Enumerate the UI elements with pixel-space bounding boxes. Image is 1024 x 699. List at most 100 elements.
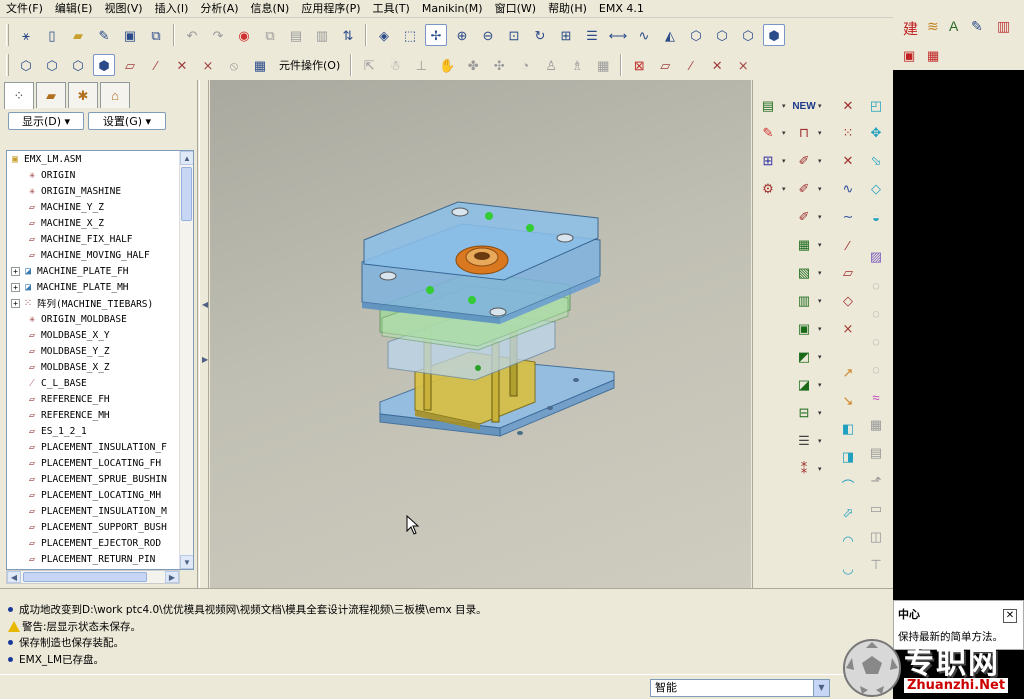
tree-item[interactable]: + ⁙ 阵列(MACHINE_TIEBARS) <box>7 295 193 311</box>
tree-item[interactable]: ▱ PLACEMENT_RETURN_PIN <box>7 551 193 567</box>
disabled-tool-4-icon[interactable]: ◌ <box>865 358 887 380</box>
menu-item[interactable]: 信息(N) <box>245 1 296 17</box>
menu-item[interactable]: EMX 4.1 <box>593 1 650 17</box>
sweep-surface-icon[interactable]: ✥ <box>865 122 887 144</box>
new-file-icon[interactable]: ⚹ <box>15 24 37 46</box>
shading-icon[interactable]: ◭ <box>659 24 681 46</box>
datum-point-icon[interactable]: ✕ <box>837 95 859 117</box>
disabled-tool-8-icon[interactable]: ◫ <box>865 526 887 548</box>
close-box-icon[interactable]: ⊠ <box>628 54 650 76</box>
measure-icon[interactable]: ⊥ <box>410 54 432 76</box>
mold-assembly-model[interactable] <box>210 80 751 588</box>
wireframe-display-icon[interactable]: ⬡ <box>15 54 37 76</box>
shaded-display-icon[interactable]: ⬢ <box>93 54 115 76</box>
datum-point-on-icon[interactable]: ✕ <box>171 54 193 76</box>
screw-icon[interactable]: ⚙ <box>757 178 779 200</box>
disabled-tool-5-icon[interactable]: ▤ <box>865 442 887 464</box>
hidden-line-icon[interactable]: ⬡ <box>711 24 733 46</box>
sort-icon[interactable]: ⇅ <box>337 24 359 46</box>
text-style-icon[interactable]: A <box>949 18 958 34</box>
round-icon[interactable]: ✐ <box>793 150 815 172</box>
grid-tool-icon[interactable]: ▦ <box>865 414 887 436</box>
tree-item[interactable]: ▱ MACHINE_X_Z <box>7 215 193 231</box>
insert-icon[interactable]: ↘ <box>837 390 859 412</box>
layers-stack-icon[interactable]: ≋ <box>927 18 939 35</box>
boundary-blend-icon[interactable]: ⬂ <box>865 150 887 172</box>
zoom-in-icon[interactable]: ⊕ <box>451 24 473 46</box>
cooling-icon[interactable]: ⊞ <box>757 150 779 172</box>
tree-item[interactable]: ▱ REFERENCE_MH <box>7 407 193 423</box>
toolbar-grip[interactable] <box>6 24 9 46</box>
redo-icon[interactable]: ↷ <box>207 24 229 46</box>
disabled-tool-6-icon[interactable]: ⬏ <box>865 470 887 492</box>
csys-create-icon[interactable]: ⨯ <box>837 318 859 340</box>
menu-item[interactable]: 插入(I) <box>149 1 195 17</box>
manikin-grid-icon[interactable]: ▦ <box>592 54 614 76</box>
paste-special-icon[interactable]: ▥ <box>311 24 333 46</box>
group-icon[interactable]: ☰ <box>793 430 815 452</box>
csys-display-icon[interactable]: ⨯ <box>732 54 754 76</box>
freeform-icon[interactable]: ◒ <box>865 206 887 228</box>
tree-item[interactable]: ▱ MOLDBASE_X_Z <box>7 359 193 375</box>
thicken-icon[interactable]: ◡ <box>837 558 859 580</box>
pattern-feature-icon[interactable]: ⊟ <box>793 402 815 424</box>
annotation-icon[interactable]: ⦸ <box>223 54 245 76</box>
menu-item[interactable]: 窗口(W) <box>489 1 542 17</box>
manikin-reach-icon[interactable]: ✣ <box>488 54 510 76</box>
open-folder-icon[interactable]: ▰ <box>67 24 89 46</box>
tree-item[interactable]: ▣ EMX_LM.ASM <box>7 151 193 167</box>
disabled-tool-7-icon[interactable]: ▭ <box>865 498 887 520</box>
new-document-icon[interactable]: ▯ <box>41 24 63 46</box>
manikin-vision-icon[interactable]: ◔ <box>514 54 536 76</box>
datum-axis-icon[interactable]: ⁄ <box>837 234 859 256</box>
tree-item[interactable]: ▱ PLACEMENT_INSULATION_M <box>7 503 193 519</box>
manikin-pose-icon[interactable]: ✤ <box>462 54 484 76</box>
wireframe-icon[interactable]: ⬡ <box>685 24 707 46</box>
no-hidden-display-icon[interactable]: ⬡ <box>67 54 89 76</box>
tree-item[interactable]: ✳ ORIGIN_MASHINE <box>7 183 193 199</box>
hidden-display-icon[interactable]: ⬡ <box>41 54 63 76</box>
tree-item[interactable]: ▱ MOLDBASE_X_Y <box>7 327 193 343</box>
graphics-window[interactable] <box>210 80 751 588</box>
reorient-icon[interactable]: ↻ <box>529 24 551 46</box>
build-button[interactable]: 建 <box>903 18 918 39</box>
style-icon[interactable]: ◇ <box>865 178 887 200</box>
tree-item[interactable]: ▱ MOLDBASE_Y_Z <box>7 343 193 359</box>
point-display-icon[interactable]: ✕ <box>706 54 728 76</box>
scroll-right-icon[interactable]: ▶ <box>165 571 179 583</box>
datum-plane-offset-icon[interactable]: ◇ <box>837 290 859 312</box>
tree-horizontal-scrollbar[interactable]: ◀ ▶ <box>6 570 180 584</box>
tree-item[interactable]: ▱ ES_1_2_1 <box>7 423 193 439</box>
menu-item[interactable]: 工具(T) <box>367 1 416 17</box>
datum-curve-icon[interactable]: ∿ <box>837 178 859 200</box>
menu-item[interactable]: 分析(A) <box>194 1 244 17</box>
menu-item[interactable]: 文件(F) <box>0 1 49 17</box>
settings-dropdown[interactable]: 设置(G) ▾ <box>88 112 166 130</box>
expand-icon[interactable]: + <box>11 298 20 308</box>
curve-icon[interactable]: ∿ <box>633 24 655 46</box>
tree-item[interactable]: ▱ PLACEMENT_INSULATION_F <box>7 439 193 455</box>
tree-item[interactable]: ▱ MACHINE_MOVING_HALF <box>7 247 193 263</box>
menu-item[interactable]: 编辑(E) <box>49 1 99 17</box>
menu-item[interactable]: 应用程序(P) <box>295 1 366 17</box>
tree-item[interactable]: ▱ PLACEMENT_EJECTOR_ROD <box>7 535 193 551</box>
offset-icon[interactable]: ◠ <box>837 530 859 552</box>
blend-icon[interactable]: ▣ <box>793 318 815 340</box>
no-hidden-icon[interactable]: ⬡ <box>737 24 759 46</box>
tree-item[interactable]: ▱ REFERENCE_FH <box>7 391 193 407</box>
csys-on-icon[interactable]: ⨯ <box>197 54 219 76</box>
paste-icon[interactable]: ▤ <box>285 24 307 46</box>
extrude-icon[interactable]: ▦ <box>793 234 815 256</box>
regenerate-icon[interactable]: ◉ <box>233 24 255 46</box>
plane-display-icon[interactable]: ▱ <box>654 54 676 76</box>
pen-icon[interactable]: ✎ <box>971 18 983 35</box>
close-icon[interactable]: ✕ <box>1003 609 1017 623</box>
merge-icon[interactable]: ◨ <box>837 446 859 468</box>
warp-icon[interactable]: ≈ <box>865 386 887 408</box>
component-ops-label[interactable]: 元件操作(O) <box>279 57 340 73</box>
spin-center-icon[interactable]: ✢ <box>425 24 447 46</box>
saved-views-icon[interactable]: ⊞ <box>555 24 577 46</box>
orient-icon[interactable]: ⬚ <box>399 24 421 46</box>
tree-item[interactable]: + ◪ MACHINE_PLATE_MH <box>7 279 193 295</box>
chevron-down-icon[interactable]: ▼ <box>813 680 829 696</box>
